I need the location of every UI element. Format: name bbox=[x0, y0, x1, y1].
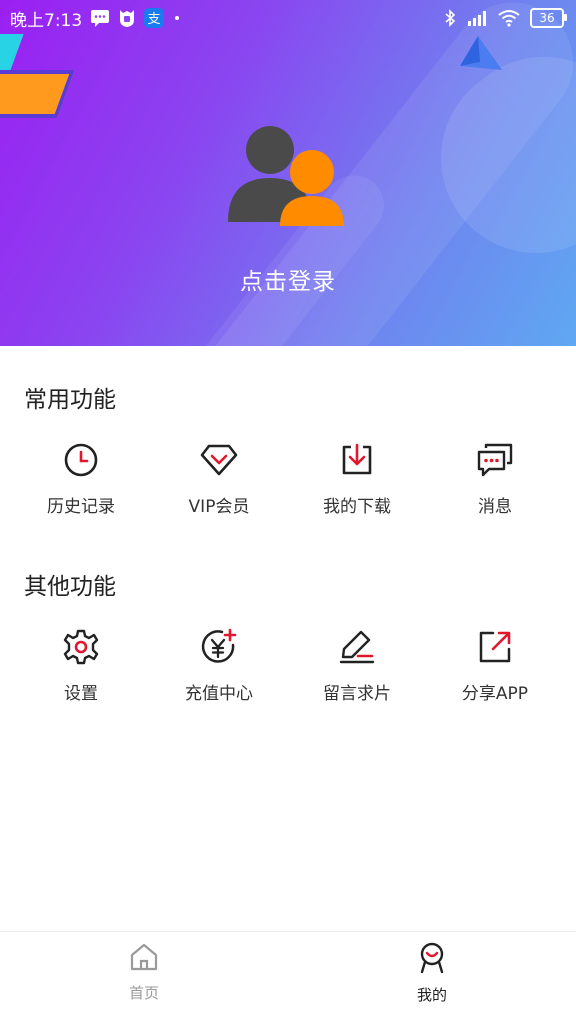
user-group-icon[interactable] bbox=[226, 122, 350, 232]
request-button[interactable]: 留言求片 bbox=[288, 627, 426, 704]
banner-decoration bbox=[0, 70, 75, 118]
status-bar: 晚上7:13 支 36 bbox=[0, 0, 576, 36]
nav-home-label: 首页 bbox=[128, 984, 159, 1002]
battery-icon: 36 bbox=[530, 8, 567, 28]
messages-button[interactable]: 消息 bbox=[426, 440, 564, 517]
battery-level: 36 bbox=[539, 11, 555, 25]
download-label: 我的下载 bbox=[323, 497, 391, 517]
section-title-common: 常用功能 bbox=[24, 387, 116, 413]
download-button[interactable]: 我的下载 bbox=[288, 440, 426, 517]
status-time: 晚上7:13 bbox=[10, 10, 83, 31]
bottom-navigation: 首页 我的 bbox=[0, 931, 576, 1025]
settings-label: 设置 bbox=[64, 684, 98, 704]
share-button[interactable]: 分享APP bbox=[426, 627, 564, 704]
diamond-icon bbox=[199, 440, 239, 480]
svg-text:支: 支 bbox=[148, 12, 161, 27]
clock-icon bbox=[61, 440, 101, 480]
request-label: 留言求片 bbox=[323, 684, 391, 704]
settings-button[interactable]: 设置 bbox=[12, 627, 150, 704]
alipay-icon: 支 bbox=[144, 8, 165, 28]
recharge-icon bbox=[199, 627, 239, 667]
messages-label: 消息 bbox=[478, 497, 512, 517]
history-button[interactable]: 历史记录 bbox=[12, 440, 150, 517]
recharge-button[interactable]: 充值中心 bbox=[150, 627, 288, 704]
dot-icon bbox=[172, 13, 182, 23]
section-title-other: 其他功能 bbox=[24, 574, 116, 600]
common-functions-grid: 历史记录 VIP会员 我的下载 消息 bbox=[12, 440, 564, 517]
profile-icon bbox=[417, 942, 447, 978]
paper-plane-icon bbox=[460, 36, 502, 70]
header-banner: 晚上7:13 支 36 点击登录 bbox=[0, 0, 576, 346]
download-icon bbox=[337, 440, 377, 480]
signal-icon bbox=[466, 9, 488, 27]
nav-home[interactable]: 首页 bbox=[0, 932, 288, 1025]
home-icon bbox=[129, 942, 159, 976]
vip-button[interactable]: VIP会员 bbox=[150, 440, 288, 517]
bluetooth-icon bbox=[444, 9, 456, 27]
recharge-label: 充值中心 bbox=[185, 684, 253, 704]
gear-icon bbox=[61, 627, 101, 667]
edit-icon bbox=[337, 627, 377, 667]
share-icon bbox=[475, 627, 515, 667]
nav-mine[interactable]: 我的 bbox=[288, 932, 576, 1025]
chat-icon bbox=[475, 440, 515, 480]
history-label: 历史记录 bbox=[47, 497, 115, 517]
login-button[interactable]: 点击登录 bbox=[0, 262, 576, 296]
shield-icon bbox=[118, 8, 136, 28]
message-icon bbox=[90, 9, 110, 27]
share-label: 分享APP bbox=[461, 684, 529, 704]
other-functions-grid: 设置 充值中心 留言求片 分享APP bbox=[12, 627, 564, 704]
vip-label: VIP会员 bbox=[188, 497, 250, 517]
nav-mine-label: 我的 bbox=[416, 986, 447, 1004]
wifi-icon bbox=[498, 9, 520, 27]
